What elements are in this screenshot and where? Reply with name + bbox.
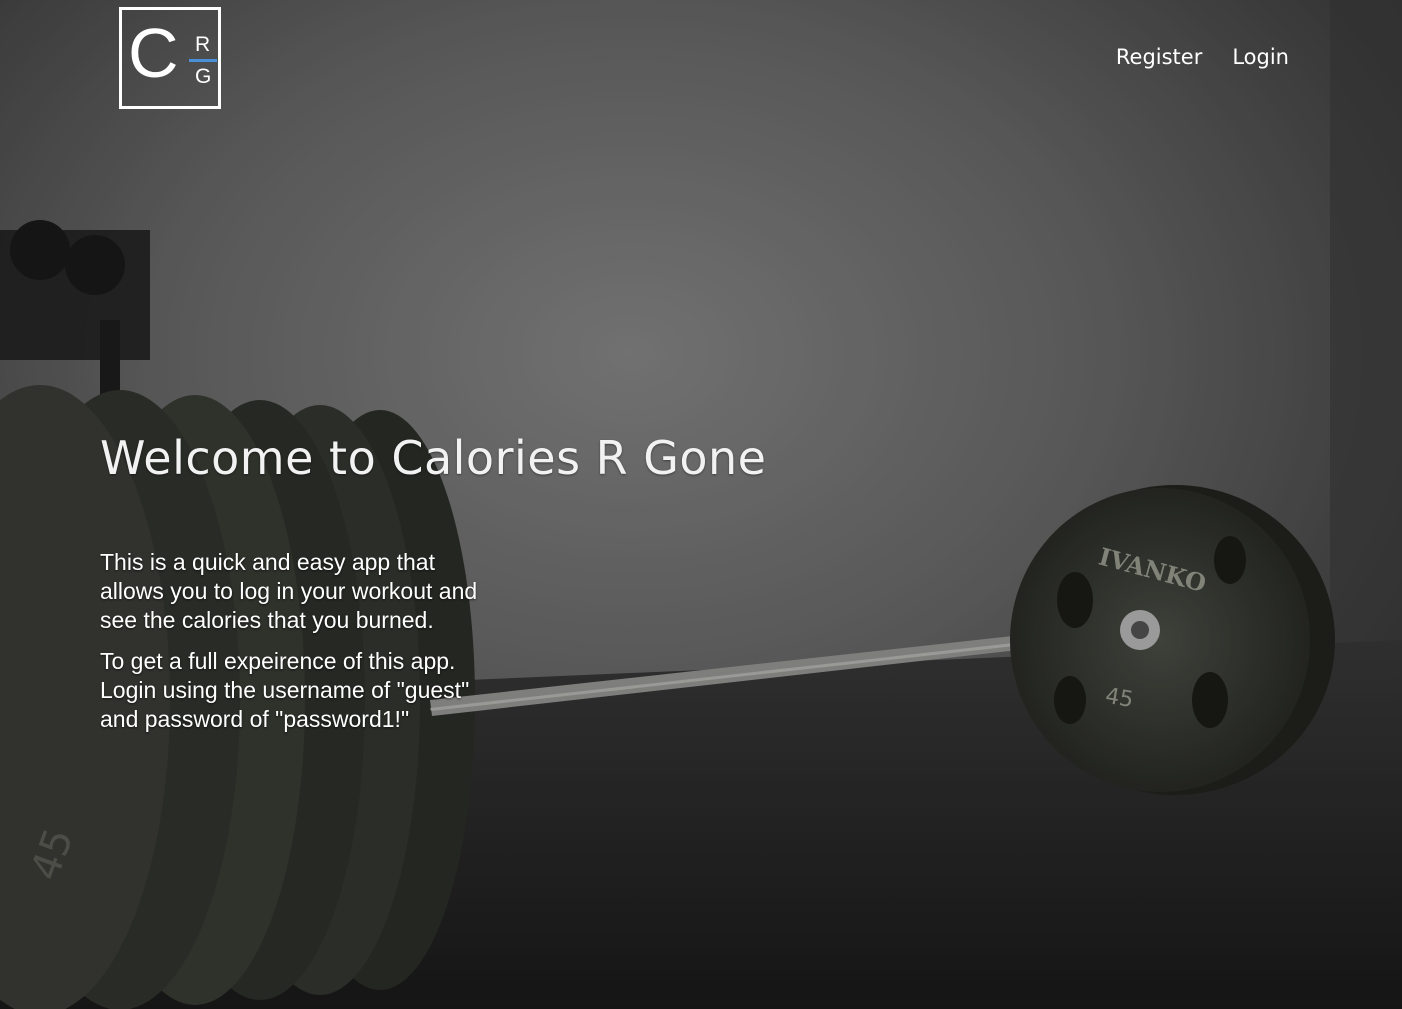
register-link[interactable]: Register <box>1116 45 1202 69</box>
intro-text: This is a quick and easy app that allows… <box>100 548 500 746</box>
login-link[interactable]: Login <box>1232 45 1289 69</box>
intro-paragraph-1: This is a quick and easy app that allows… <box>100 549 478 633</box>
page-title: Welcome to Calories R Gone <box>100 431 767 485</box>
app-logo[interactable]: C R G <box>119 7 221 109</box>
top-nav: Register Login <box>1116 45 1289 69</box>
logo-letter-c: C <box>128 14 179 92</box>
logo-letter-r: R <box>195 33 211 56</box>
logo-letter-g: G <box>195 65 212 88</box>
gym-barbell-background: IVANKO 45 45 <box>0 0 1402 1009</box>
landing-page: IVANKO 45 45 C R G Register Login Welcom… <box>0 0 1402 1009</box>
intro-paragraph-2: To get a full expeirence of this app. Lo… <box>100 648 470 732</box>
logo-accent-line <box>189 59 217 62</box>
